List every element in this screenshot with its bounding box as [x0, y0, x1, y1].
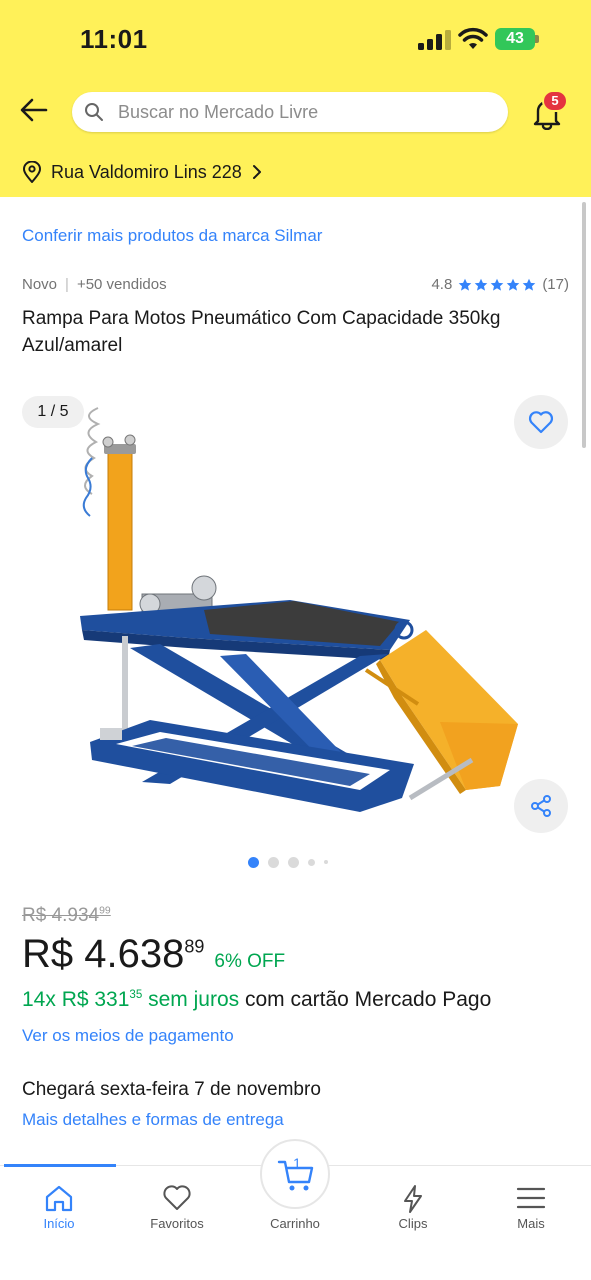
location-pin-icon	[23, 161, 41, 183]
star-icon	[475, 278, 488, 291]
address-text: Rua Valdomiro Lins 228	[51, 161, 242, 182]
nav-label: Mais	[517, 1216, 545, 1231]
nav-label: Clips	[398, 1216, 428, 1231]
menu-icon	[516, 1187, 546, 1209]
current-price-row: R$ 4.63889 6% OFF	[22, 932, 285, 977]
nav-label: Favoritos	[150, 1216, 204, 1231]
wifi-icon	[458, 27, 488, 49]
header: 11:01 43 5	[0, 0, 591, 197]
condition-label: Novo	[22, 276, 58, 293]
battery-level: 43	[506, 30, 524, 47]
chevron-right-icon	[252, 165, 261, 179]
share-icon	[531, 795, 551, 817]
installments-text: 14x R$ 33135 sem juros com cartão Mercad…	[22, 988, 492, 1011]
favorite-button[interactable]	[514, 395, 568, 449]
delivery-address[interactable]: Rua Valdomiro Lins 228	[22, 158, 264, 186]
delivery-estimate: Chegará sexta-feira 7 de novembro	[22, 1079, 321, 1100]
search-icon	[85, 103, 103, 121]
rating-value: 4.8	[431, 276, 453, 293]
discount-badge: 6% OFF	[214, 951, 286, 972]
nav-mais[interactable]: Mais	[472, 1166, 590, 1246]
brand-products-link[interactable]: Conferir mais produtos da marca Silmar	[22, 226, 322, 246]
nav-favoritos[interactable]: Favoritos	[118, 1166, 236, 1246]
sold-count: +50 vendidos	[76, 276, 167, 293]
cellular-signal-icon	[418, 30, 451, 50]
payment-methods-link[interactable]: Ver os meios de pagamento	[22, 1026, 234, 1046]
status-time: 11:01	[80, 24, 148, 54]
star-icon	[523, 278, 536, 291]
rating-summary[interactable]: 4.8 (17)	[431, 276, 569, 293]
nav-carrinho[interactable]: 1	[260, 1139, 330, 1209]
star-icon	[491, 278, 504, 291]
nav-label: Carrinho	[270, 1216, 320, 1231]
notifications-badge: 5	[542, 90, 568, 112]
product-gallery[interactable]: 1 / 5	[0, 388, 591, 868]
original-price: R$ 4.93499	[22, 905, 111, 926]
rating-stars	[458, 278, 538, 292]
pagination-dot[interactable]	[288, 856, 299, 868]
heart-icon	[528, 411, 554, 434]
heart-icon	[163, 1185, 191, 1210]
product-meta: Novo | +50 vendidos	[22, 276, 167, 293]
pagination-dot[interactable]	[248, 856, 259, 868]
share-button[interactable]	[514, 779, 568, 833]
home-icon	[45, 1185, 73, 1212]
back-arrow-icon[interactable]	[18, 94, 50, 126]
pagination-dot[interactable]	[324, 860, 328, 864]
star-icon	[459, 278, 472, 291]
nav-clips[interactable]: Clips	[354, 1166, 472, 1246]
nav-inicio[interactable]: Início	[0, 1166, 118, 1246]
battery-indicator: 43	[495, 28, 539, 50]
status-bar: 11:01 43	[0, 0, 591, 80]
review-count: (17)	[542, 276, 569, 293]
delivery-details-link[interactable]: Mais detalhes e formas de entrega	[22, 1110, 284, 1130]
star-icon	[507, 278, 520, 291]
product-image[interactable]	[70, 398, 530, 838]
pagination-dot[interactable]	[308, 858, 315, 866]
cart-count: 1	[293, 1155, 301, 1171]
nav-label: Início	[43, 1216, 75, 1231]
product-title: Rampa Para Motos Pneumático Com Capacida…	[22, 308, 501, 356]
search-bar[interactable]	[72, 92, 508, 132]
gallery-pagination	[248, 856, 337, 868]
pagination-dot[interactable]	[268, 856, 279, 868]
bottom-navigation: Início Favoritos 1 Carrinho Clips Mais	[0, 1139, 591, 1280]
search-input[interactable]	[118, 92, 498, 132]
current-price: R$ 4.63889	[22, 932, 205, 976]
clips-icon	[404, 1185, 422, 1213]
